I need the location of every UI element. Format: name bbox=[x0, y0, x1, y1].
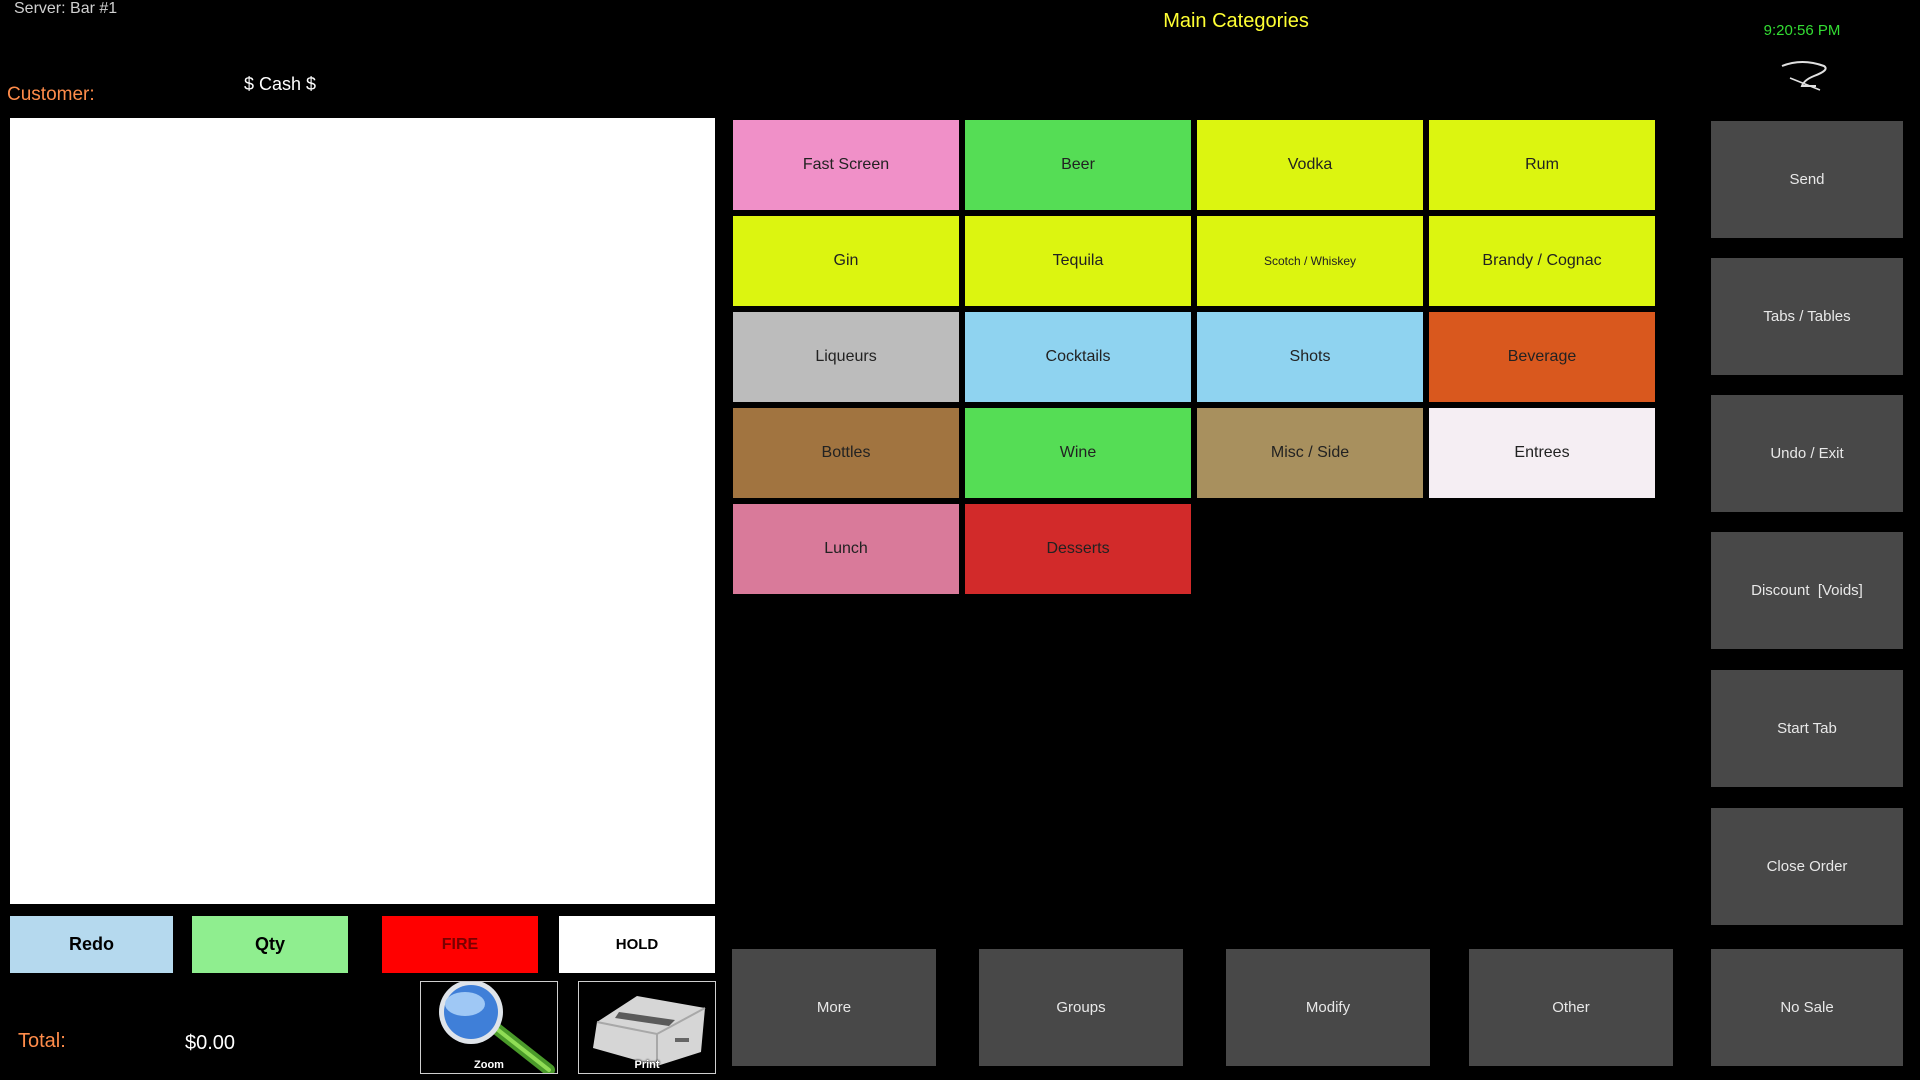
send-button[interactable]: Send bbox=[1711, 121, 1903, 238]
clock: 9:20:56 PM bbox=[1763, 22, 1841, 39]
category-cocktails[interactable]: Cocktails bbox=[965, 312, 1191, 402]
order-list[interactable] bbox=[10, 118, 715, 904]
print-button[interactable]: Print bbox=[578, 981, 716, 1074]
zoom-button[interactable]: Zoom bbox=[420, 981, 558, 1074]
discount-voids-button[interactable]: Discount [Voids] bbox=[1711, 532, 1903, 649]
start-tab-button[interactable]: Start Tab bbox=[1711, 670, 1903, 787]
category-tequila[interactable]: Tequila bbox=[965, 216, 1191, 306]
category-lunch[interactable]: Lunch bbox=[733, 504, 959, 594]
redo-button[interactable]: Redo bbox=[10, 916, 173, 973]
modify-button[interactable]: Modify bbox=[1226, 949, 1430, 1066]
server-label: Server: Bar #1 bbox=[14, 0, 118, 17]
category-rum[interactable]: Rum bbox=[1429, 120, 1655, 210]
category-desserts[interactable]: Desserts bbox=[965, 504, 1191, 594]
print-label: Print bbox=[634, 1059, 660, 1071]
category-misc-side[interactable]: Misc / Side bbox=[1197, 408, 1423, 498]
tabs-tables-button[interactable]: Tabs / Tables bbox=[1711, 258, 1903, 375]
more-button[interactable]: More bbox=[732, 949, 936, 1066]
category-gin[interactable]: Gin bbox=[733, 216, 959, 306]
category-entrees[interactable]: Entrees bbox=[1429, 408, 1655, 498]
category-wine[interactable]: Wine bbox=[965, 408, 1191, 498]
no-sale-button[interactable]: No Sale bbox=[1711, 949, 1903, 1066]
page-title: Main Categories bbox=[1163, 10, 1309, 32]
total-value: $0.00 bbox=[185, 1032, 236, 1054]
close-order-button[interactable]: Close Order bbox=[1711, 808, 1903, 925]
zoom-label: Zoom bbox=[474, 1059, 504, 1071]
category-liqueurs[interactable]: Liqueurs bbox=[733, 312, 959, 402]
category-vodka[interactable]: Vodka bbox=[1197, 120, 1423, 210]
qty-button[interactable]: Qty bbox=[192, 916, 348, 973]
hold-button[interactable]: HOLD bbox=[559, 916, 715, 973]
customer-label: Customer: bbox=[7, 84, 95, 105]
other-button[interactable]: Other bbox=[1469, 949, 1673, 1066]
fire-button[interactable]: FIRE bbox=[382, 916, 538, 973]
category-beer[interactable]: Beer bbox=[965, 120, 1191, 210]
category-shots[interactable]: Shots bbox=[1197, 312, 1423, 402]
total-label: Total: bbox=[18, 1030, 66, 1052]
groups-button[interactable]: Groups bbox=[979, 949, 1183, 1066]
category-fast-screen[interactable]: Fast Screen bbox=[733, 120, 959, 210]
category-bottles[interactable]: Bottles bbox=[733, 408, 959, 498]
undo-exit-button[interactable]: Undo / Exit bbox=[1711, 395, 1903, 512]
category-brandy-cognac[interactable]: Brandy / Cognac bbox=[1429, 216, 1655, 306]
payment-type[interactable]: $ Cash $ bbox=[244, 74, 316, 95]
category-scotch-whiskey[interactable]: Scotch / Whiskey bbox=[1197, 216, 1423, 306]
help-icon[interactable] bbox=[1778, 60, 1832, 96]
category-beverage[interactable]: Beverage bbox=[1429, 312, 1655, 402]
